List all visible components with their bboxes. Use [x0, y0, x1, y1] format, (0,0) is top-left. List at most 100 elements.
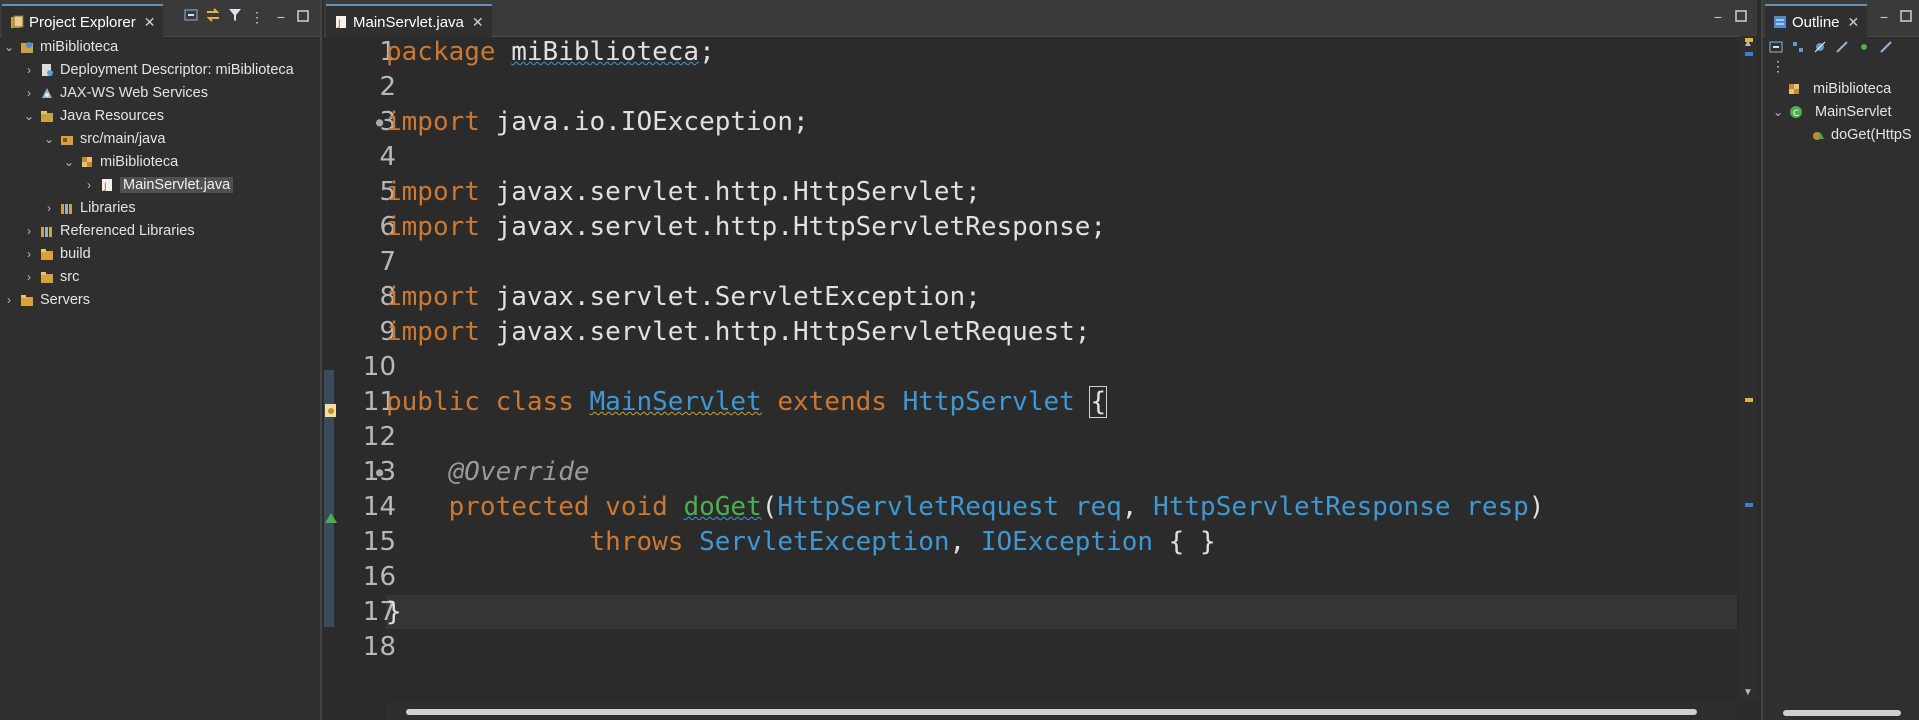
warning-marker-icon[interactable]	[324, 394, 338, 417]
chevron-right-icon[interactable]: ›	[82, 178, 96, 192]
code-token: java.io.IOException;	[479, 107, 809, 137]
hide-local-types-icon[interactable]	[1879, 40, 1893, 57]
chevron-right-icon[interactable]: ›	[22, 270, 36, 284]
override-marker-icon[interactable]	[324, 500, 338, 523]
outline-pane: Outline ✕ − ⋮ miBiblioteca ⌄ C MainServl…	[1761, 0, 1919, 720]
close-icon[interactable]: ✕	[144, 14, 156, 31]
minimize-icon[interactable]: −	[1875, 8, 1893, 26]
project-explorer-tabbar: Project Explorer ✕ ⋮ −	[0, 0, 320, 38]
scroll-down-icon[interactable]: ▼	[1743, 687, 1753, 698]
chevron-down-icon[interactable]: ⌄	[2, 40, 16, 54]
tree-item-src[interactable]: › src	[22, 266, 79, 288]
chevron-right-icon[interactable]: ›	[22, 63, 36, 77]
horizontal-scroll-thumb[interactable]	[406, 709, 1697, 715]
outline-item-class[interactable]: ⌄ C MainServlet	[1771, 101, 1892, 123]
tab-label: Outline	[1792, 13, 1840, 31]
close-icon[interactable]: ✕	[472, 14, 484, 31]
method-icon	[1811, 128, 1825, 142]
tree-item-package[interactable]: ⌄ miBiblioteca	[62, 151, 178, 173]
maximize-icon[interactable]	[1732, 8, 1750, 26]
tree-item-java-resources[interactable]: ⌄ Java Resources	[22, 105, 164, 127]
tree-item-referenced-libraries[interactable]: › Referenced Libraries	[22, 220, 195, 242]
tab-outline[interactable]: Outline ✕	[1765, 4, 1868, 38]
tree-item-build[interactable]: › build	[22, 243, 91, 265]
code-token: miBiblioteca	[511, 37, 700, 67]
editor-pane: J MainServlet.java ✕ − 1 package miBiblio…	[324, 0, 1757, 720]
tab-project-explorer[interactable]: Project Explorer ✕	[2, 4, 164, 38]
horizontal-scroll-thumb[interactable]	[1783, 710, 1901, 716]
link-with-editor-icon[interactable]	[204, 8, 222, 26]
chevron-right-icon[interactable]: ›	[22, 86, 36, 100]
collapse-all-icon[interactable]	[1769, 40, 1783, 57]
hide-static-icon[interactable]	[1835, 40, 1849, 57]
filter-icon[interactable]	[226, 8, 244, 26]
close-icon[interactable]: ✕	[1848, 14, 1860, 31]
chevron-down-icon[interactable]: ⌄	[62, 155, 76, 169]
project-explorer-icon	[10, 15, 24, 29]
overview-marker[interactable]	[1745, 38, 1753, 42]
code-token: (	[761, 492, 778, 522]
outline-item-label: MainServlet	[1815, 104, 1892, 120]
view-menu-icon[interactable]: ⋮	[1771, 58, 1785, 75]
outline-item-package[interactable]: miBiblioteca	[1787, 78, 1891, 100]
tab-mainservlet-java[interactable]: J MainServlet.java ✕	[326, 4, 492, 38]
overview-marker[interactable]	[1745, 503, 1753, 507]
hide-fields-icon[interactable]	[1813, 40, 1827, 57]
code-token: { }	[1153, 527, 1216, 557]
sort-icon[interactable]	[1791, 40, 1805, 57]
tree-item-project[interactable]: ⌄ miBiblioteca	[2, 36, 118, 58]
horizontal-scrollbar[interactable]	[386, 702, 1737, 720]
editor-tabbar: J MainServlet.java ✕ −	[324, 0, 1757, 38]
code-token: package	[386, 37, 496, 67]
chevron-right-icon[interactable]: ›	[42, 201, 56, 215]
chevron-down-icon[interactable]: ⌄	[22, 109, 36, 123]
line-number: 2	[379, 72, 396, 102]
fold-icon[interactable]: ●	[376, 455, 383, 490]
chevron-right-icon[interactable]: ›	[22, 247, 36, 261]
tree-item-servers[interactable]: › Servers	[2, 289, 90, 311]
tree-item-mainservlet-java[interactable]: › J MainServlet.java	[82, 174, 234, 196]
vertical-scrollbar[interactable]: ▲ ▼	[1739, 36, 1757, 700]
chevron-right-icon[interactable]: ›	[2, 293, 16, 307]
chevron-down-icon[interactable]: ⌄	[42, 132, 56, 146]
tree-item-deployment-descriptor[interactable]: › Deployment Descriptor: miBiblioteca	[22, 59, 294, 81]
fold-icon[interactable]: ●	[376, 105, 383, 140]
minimize-icon[interactable]: −	[272, 8, 290, 26]
minimize-icon[interactable]: −	[1709, 8, 1727, 26]
code-token: import	[386, 282, 480, 312]
descriptor-icon	[40, 63, 54, 77]
libraries-icon	[60, 201, 74, 215]
tree-item-src-main-java[interactable]: ⌄ src/main/java	[42, 128, 165, 150]
maximize-icon[interactable]	[1897, 8, 1915, 26]
maximize-icon[interactable]	[294, 8, 312, 26]
line-number: 18	[362, 632, 396, 662]
view-menu-icon[interactable]: ⋮	[248, 8, 266, 26]
code-token: javax.servlet.http.HttpServletResponse;	[479, 212, 1107, 242]
hide-nonpublic-icon[interactable]	[1857, 40, 1871, 57]
tree-item-label: Servers	[40, 292, 90, 308]
class-icon: C	[1789, 105, 1803, 119]
collapse-all-icon[interactable]	[182, 8, 200, 26]
chevron-down-icon[interactable]: ⌄	[1771, 105, 1785, 119]
code-token: void	[605, 492, 668, 522]
code-token: )	[1528, 492, 1545, 522]
tree-item-jaxws[interactable]: › JAX-WS Web Services	[22, 82, 208, 104]
outline-item-method[interactable]: doGet(HttpS	[1811, 124, 1912, 146]
code-token: MainServlet	[589, 387, 762, 417]
code-token: throws	[589, 527, 684, 557]
overview-marker[interactable]	[1745, 52, 1753, 56]
tree-item-label: Referenced Libraries	[60, 223, 195, 239]
tree-item-libraries[interactable]: › Libraries	[42, 197, 136, 219]
overview-marker[interactable]	[1745, 398, 1753, 402]
chevron-right-icon[interactable]: ›	[22, 224, 36, 238]
